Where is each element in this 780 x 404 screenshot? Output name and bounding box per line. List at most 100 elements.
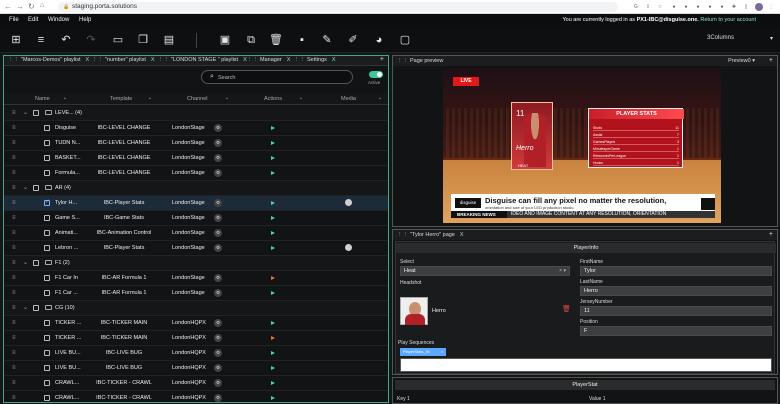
tab-marcos-demos[interactable]: ⋮⋮ "Marcos-Demos" playlist X [8,57,89,65]
column-menu-icon[interactable]: ▪ [300,96,302,102]
preview-select[interactable]: Preview0 ▾ [728,58,755,64]
col-media[interactable]: Media [341,96,356,102]
channel-icon[interactable]: ⚙ [214,214,222,222]
position-field[interactable]: F [580,326,772,336]
drag-handle-icon[interactable]: ≡ [12,230,16,236]
row-checkbox[interactable] [44,199,50,206]
row-checkbox[interactable] [44,365,50,371]
row-checkbox[interactable] [44,245,50,251]
media-thumbnail[interactable] [345,244,352,251]
drag-handle-icon[interactable]: ≡ [12,170,16,176]
home-icon[interactable]: ⌂ [40,2,44,9]
table-row[interactable]: ≡ CRAWL... IBC-TICKER - CRAWL LondonHQPX ⚙ [4,391,388,402]
channel-icon[interactable]: ⚙ [214,229,222,237]
extension-icon[interactable]: ● [718,3,726,11]
drag-handle-icon[interactable]: ≡ [12,395,16,401]
close-icon[interactable]: X [460,232,464,238]
page-tab[interactable]: ⋮⋮ "Tylor Herro" page X [397,232,464,238]
group-row[interactable]: ≡ ⌄ AR (4) [4,181,388,196]
play-icon[interactable] [271,171,275,175]
table-row[interactable]: ≡ LIVE BU... IBC-LIVE BUG LondonHQPX ⚙ [4,361,388,376]
media-thumbnail[interactable] [345,199,352,206]
drag-handle-icon[interactable]: ⋮⋮ [397,58,408,64]
drag-handle-icon[interactable]: ⋮⋮ [247,57,258,63]
play-icon[interactable] [271,246,275,250]
play-icon[interactable] [271,396,275,400]
search-input[interactable] [218,73,338,82]
add-tab-icon[interactable]: + [380,56,384,63]
puzzle-icon[interactable]: ✚ [730,3,738,11]
row-checkbox[interactable] [33,185,39,191]
drag-handle-icon[interactable]: ≡ [12,110,16,116]
active-toggle[interactable] [369,71,383,78]
play-icon[interactable] [271,381,275,385]
row-checkbox[interactable] [33,260,39,266]
monitor-icon[interactable]: ▢ [398,33,412,47]
play-icon[interactable] [271,276,275,280]
tab-number[interactable]: ⋮⋮ "number" playlist X [92,57,155,65]
drag-handle-icon[interactable]: ⋮⋮ [8,57,19,63]
channel-icon[interactable]: ⚙ [214,154,222,162]
copy-icon[interactable]: ❐ [136,33,150,47]
play-icon[interactable] [271,201,275,205]
drag-handle-icon[interactable]: ≡ [12,125,16,131]
redo-icon[interactable]: ↷ [84,33,98,47]
page-copy-icon[interactable]: ⧉ [244,33,258,47]
drag-handle-icon[interactable]: ≡ [12,350,16,356]
play-icon[interactable] [271,366,275,370]
group-row[interactable]: ≡ ⌄ LEVE... (4) [4,106,388,121]
row-checkbox[interactable] [33,305,39,311]
channel-icon[interactable]: ⚙ [214,379,222,387]
add-item-icon[interactable]: ≡ [34,33,48,47]
column-menu-icon[interactable]: ▪ [149,96,151,102]
last-name-field[interactable]: Herro [580,286,772,296]
table-row[interactable]: ≡ Animati... IBC-Animation Control LondonSt… [4,226,388,241]
drag-handle-icon[interactable]: ≡ [12,305,16,311]
channel-icon[interactable]: ⚙ [214,319,222,327]
close-icon[interactable]: X [151,57,155,63]
play-icon[interactable] [271,126,275,130]
extension-icon[interactable]: ● [706,3,714,11]
channel-icon[interactable]: ⚙ [214,169,222,177]
row-checkbox[interactable] [44,215,50,221]
row-checkbox[interactable] [44,350,50,356]
channel-icon[interactable]: ⚙ [214,199,222,207]
column-menu-icon[interactable]: ▪ [379,96,381,102]
play-icon[interactable] [271,291,275,295]
row-checkbox[interactable] [44,320,50,326]
table-row[interactable]: ≡ Disguise IBC-LEVEL CHANGE LondonStage ⚙ [4,121,388,136]
row-checkbox[interactable] [44,380,50,386]
row-checkbox[interactable] [44,230,50,236]
palette-icon[interactable]: ◕ [372,33,386,47]
save-icon[interactable]: ▪ [295,33,309,47]
drag-handle-icon[interactable]: ≡ [12,155,16,161]
col-channel[interactable]: Channel [187,96,208,102]
table-row[interactable]: ≡ F1 Car In IBC-AR Formula 1 LondonStage ⚙ [4,271,388,286]
drag-handle-icon[interactable]: ≡ [12,365,16,371]
group-row[interactable]: ≡ ⌄ F1 (2) [4,256,388,271]
drag-handle-icon[interactable]: ⋮⋮ [397,232,408,238]
menu-edit[interactable]: Edit [28,17,38,23]
play-icon[interactable] [271,351,275,355]
table-row[interactable]: ≡ Formula... IBC-LEVEL CHANGE LondonStage ⚙ [4,166,388,181]
search-box[interactable]: ⌕ [201,70,353,84]
col-actions[interactable]: Actions [264,96,282,102]
table-row[interactable]: ≡ TUDN N... IBC-LEVEL CHANGE LondonStage ⚙ [4,136,388,151]
col-template[interactable]: Template [110,96,132,102]
chevron-down-icon[interactable]: ⌄ [23,304,28,311]
bookmark-star-icon[interactable]: ☆ [656,3,664,11]
close-icon[interactable]: X [332,57,336,63]
share-icon[interactable]: ⇪ [644,3,652,11]
delete-headshot-icon[interactable]: 🗑 [562,305,571,313]
row-checkbox[interactable] [33,110,39,116]
jersey-field[interactable]: 11 [580,306,772,316]
row-checkbox[interactable] [44,290,50,296]
sequence-tag[interactable]: PlayerStats_IN × [400,348,446,356]
channel-icon[interactable]: ⚙ [214,349,222,357]
close-icon[interactable]: X [86,57,90,63]
folder-icon[interactable]: ▣ [218,33,232,47]
channel-icon[interactable]: ⚙ [214,394,222,402]
table-row[interactable]: ≡ TICKER ... IBC-TICKER MAIN LondonHQPX ⚙ [4,331,388,346]
trash-icon[interactable]: 🗑 [269,33,283,47]
drag-handle-icon[interactable]: ⋮⋮ [294,57,305,63]
